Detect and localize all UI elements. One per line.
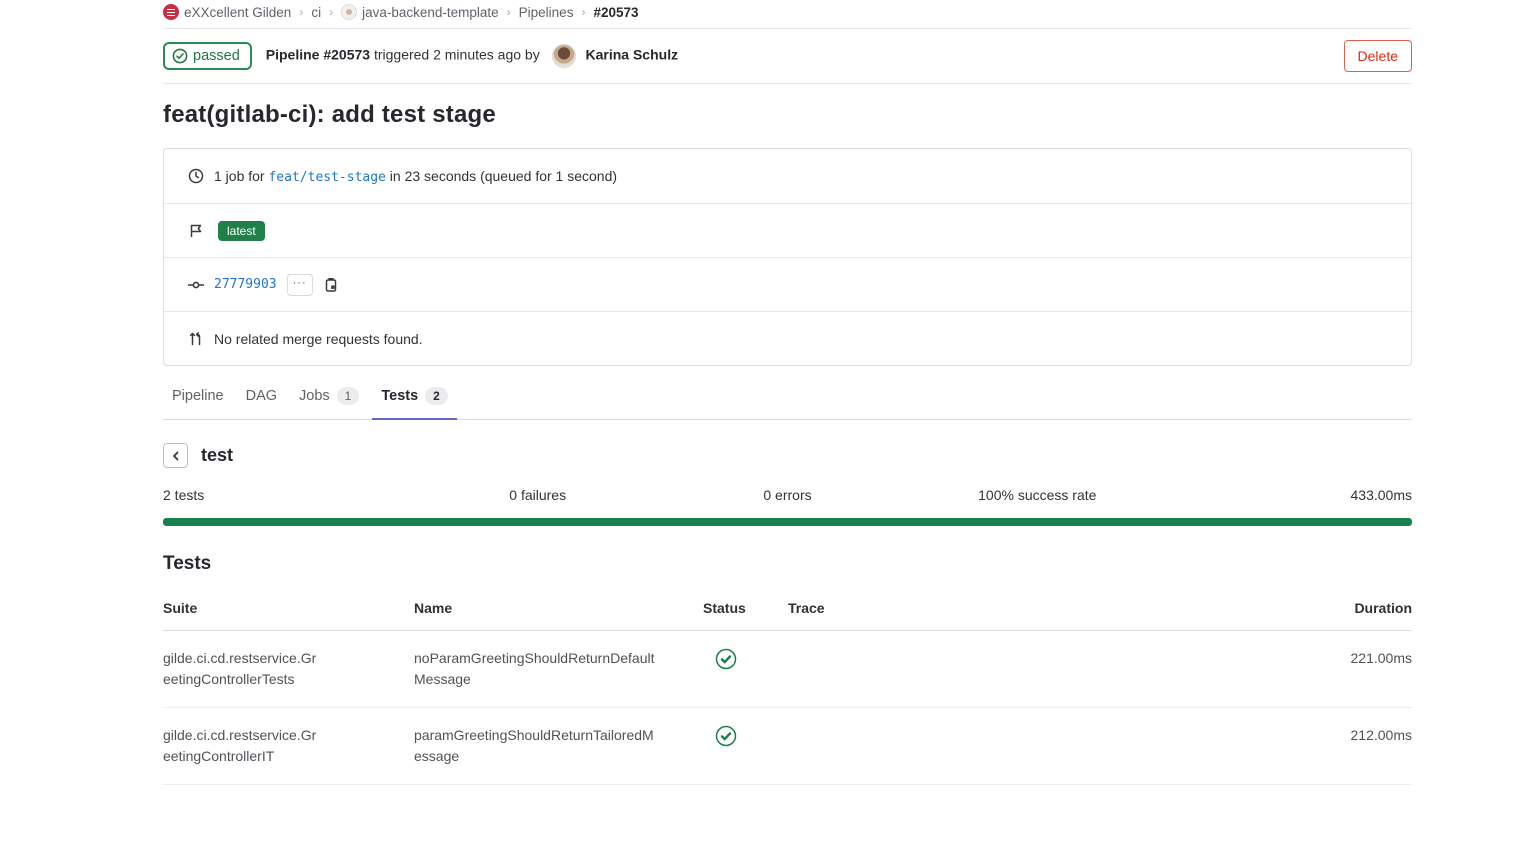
test-trace-cell [788,631,1262,707]
chevron-right-icon: › [507,5,511,19]
summary-failures: 0 failures [413,487,663,503]
pipeline-status-badge[interactable]: passed [163,42,252,70]
commit-sha-link[interactable]: 27779903 [214,277,277,292]
job-summary-row: 1 job for feat/test-stage in 23 seconds … [164,149,1411,203]
job-count-text: 1 job for [214,168,265,184]
table-row: gilde.ci.cd.restservice.GreetingControll… [163,708,1412,785]
header-trace: Trace [788,592,1262,630]
breadcrumb-project[interactable]: java-backend-template [341,4,499,20]
header-name: Name [414,592,703,630]
group-avatar [163,4,179,20]
breadcrumb-label: java-backend-template [362,5,499,20]
clock-icon [188,168,204,184]
flag-icon [188,223,204,239]
chevron-right-icon: › [299,5,303,19]
test-passed-icon [715,725,737,747]
triggered-text: triggered 2 minutes ago by [374,47,540,63]
test-suite-cell: gilde.ci.cd.restservice.GreetingControll… [163,725,323,767]
breadcrumb-label: ci [311,5,321,20]
mr-status-text: No related merge requests found. [214,331,423,347]
suite-name: test [201,445,233,466]
breadcrumb-group[interactable]: eXXcellent Gilden [163,4,291,20]
user-avatar[interactable] [552,44,576,68]
tab-label: Tests [381,388,418,404]
commit-icon [188,277,204,293]
breadcrumb: eXXcellent Gilden › ci › java-backend-te… [163,0,1412,29]
table-header-row: Suite Name Status Trace Duration [163,592,1412,631]
test-duration-cell: 212.00ms [1262,708,1412,784]
test-results-table: Suite Name Status Trace Duration gilde.c… [163,592,1412,785]
chevron-right-icon: › [329,5,333,19]
commit-title: feat(gitlab-ci): add test stage [163,101,1412,129]
header-suite: Suite [163,592,414,630]
check-circle-icon [172,48,188,64]
test-passed-icon [715,648,737,670]
tab-jobs[interactable]: Jobs 1 [290,374,368,419]
delete-button[interactable]: Delete [1344,40,1412,72]
pipeline-info-box: 1 job for feat/test-stage in 23 seconds … [163,148,1412,366]
tab-pipeline[interactable]: Pipeline [163,375,233,418]
tab-label: Pipeline [172,388,224,404]
success-rate-fill [163,518,1412,526]
chevron-left-icon [170,450,182,462]
latest-badge: latest [218,221,265,241]
tab-dag[interactable]: DAG [237,375,286,418]
merge-request-row: No related merge requests found. [164,311,1411,365]
pipeline-id: Pipeline #20573 [266,47,370,63]
header-duration: Duration [1262,592,1412,630]
summary-duration: 433.00ms [1162,487,1412,503]
job-summary-text: 1 job for feat/test-stage in 23 seconds … [214,168,617,185]
page-container: eXXcellent Gilden › ci › java-backend-te… [163,0,1412,785]
tab-tests[interactable]: Tests 2 [372,374,457,419]
project-avatar [341,4,357,20]
breadcrumb-pipelines[interactable]: Pipelines [519,5,574,20]
breadcrumb-current-pipeline: #20573 [593,5,638,20]
test-duration-cell: 221.00ms [1262,631,1412,707]
test-suite-header: test [163,443,1412,468]
test-name-cell: paramGreetingShouldReturnTailoredMessage [414,725,659,767]
success-rate-bar [163,518,1412,526]
breadcrumb-label: Pipelines [519,5,574,20]
back-button[interactable] [163,443,188,468]
pipeline-title: Pipeline #20573 triggered 2 minutes ago … [266,44,678,68]
job-duration-text: in 23 seconds (queued for 1 second) [390,168,617,184]
tab-label: DAG [246,388,277,404]
pipeline-tabs: Pipeline DAG Jobs 1 Tests 2 [163,374,1412,420]
breadcrumb-subgroup[interactable]: ci [311,5,321,20]
jobs-count-badge: 1 [337,387,360,405]
merge-request-icon [188,331,204,347]
status-label: passed [193,48,240,64]
latest-row: latest [164,203,1411,257]
expand-commit-button[interactable]: ··· [287,274,313,296]
summary-success-rate: 100% success rate [912,487,1162,503]
suite-summary: 2 tests 0 failures 0 errors 100% success… [163,487,1412,503]
tab-label: Jobs [299,388,330,404]
tests-count-badge: 2 [425,387,448,405]
copy-commit-sha-button[interactable] [323,277,339,293]
header-status: Status [703,592,788,630]
test-trace-cell [788,708,1262,784]
user-name-link[interactable]: Karina Schulz [586,47,679,63]
branch-link[interactable]: feat/test-stage [268,170,385,185]
test-name-cell: noParamGreetingShouldReturnDefaultMessag… [414,648,659,690]
summary-errors: 0 errors [663,487,913,503]
clipboard-icon [323,277,339,293]
table-row: gilde.ci.cd.restservice.GreetingControll… [163,631,1412,708]
pipeline-header: passed Pipeline #20573 triggered 2 minut… [163,29,1412,84]
tests-heading: Tests [163,553,1412,575]
test-suite-cell: gilde.ci.cd.restservice.GreetingControll… [163,648,323,690]
commit-row: 27779903 ··· [164,257,1411,311]
breadcrumb-label: eXXcellent Gilden [184,5,291,20]
summary-tests: 2 tests [163,487,413,503]
chevron-right-icon: › [581,5,585,19]
